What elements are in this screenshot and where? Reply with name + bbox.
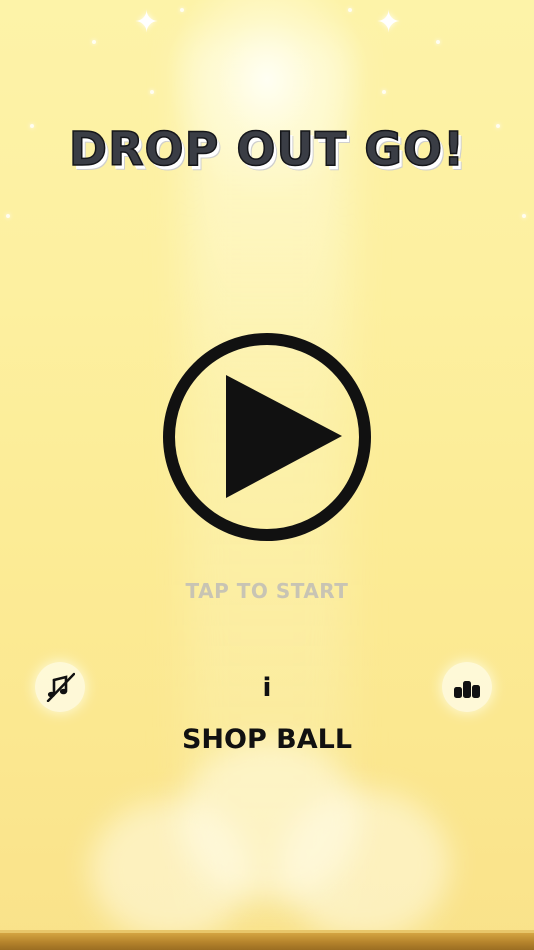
- sparkle-dot: [150, 90, 154, 94]
- sparkle-dot: [180, 8, 184, 12]
- sparkle-dot: [92, 40, 96, 44]
- ground-strip: [0, 933, 534, 950]
- leaderboard-button[interactable]: [442, 662, 492, 712]
- game-title: DROP OUT GO!: [68, 121, 466, 177]
- game-screen: ✦ ✦ DROP OUT GO! TAP TO START i SHOP BAL…: [0, 0, 534, 950]
- info-button[interactable]: i: [254, 670, 280, 706]
- shop-ball-button[interactable]: SHOP BALL: [167, 718, 367, 762]
- leaderboard-icon: [454, 681, 480, 698]
- music-muted-icon: [46, 672, 75, 702]
- play-icon: [163, 333, 371, 541]
- sparkle-dot: [6, 214, 10, 218]
- sparkle-dot: [348, 8, 352, 12]
- sparkle: ✦: [134, 5, 160, 40]
- sparkle-dot: [382, 90, 386, 94]
- sparkle-dot: [522, 214, 526, 218]
- music-toggle-button[interactable]: [35, 662, 85, 712]
- play-button[interactable]: [162, 332, 372, 542]
- sparkle-dot: [436, 40, 440, 44]
- sparkle: ✦: [376, 5, 402, 40]
- cloud: [180, 740, 360, 900]
- tap-to-start-label: TAP TO START: [185, 579, 349, 603]
